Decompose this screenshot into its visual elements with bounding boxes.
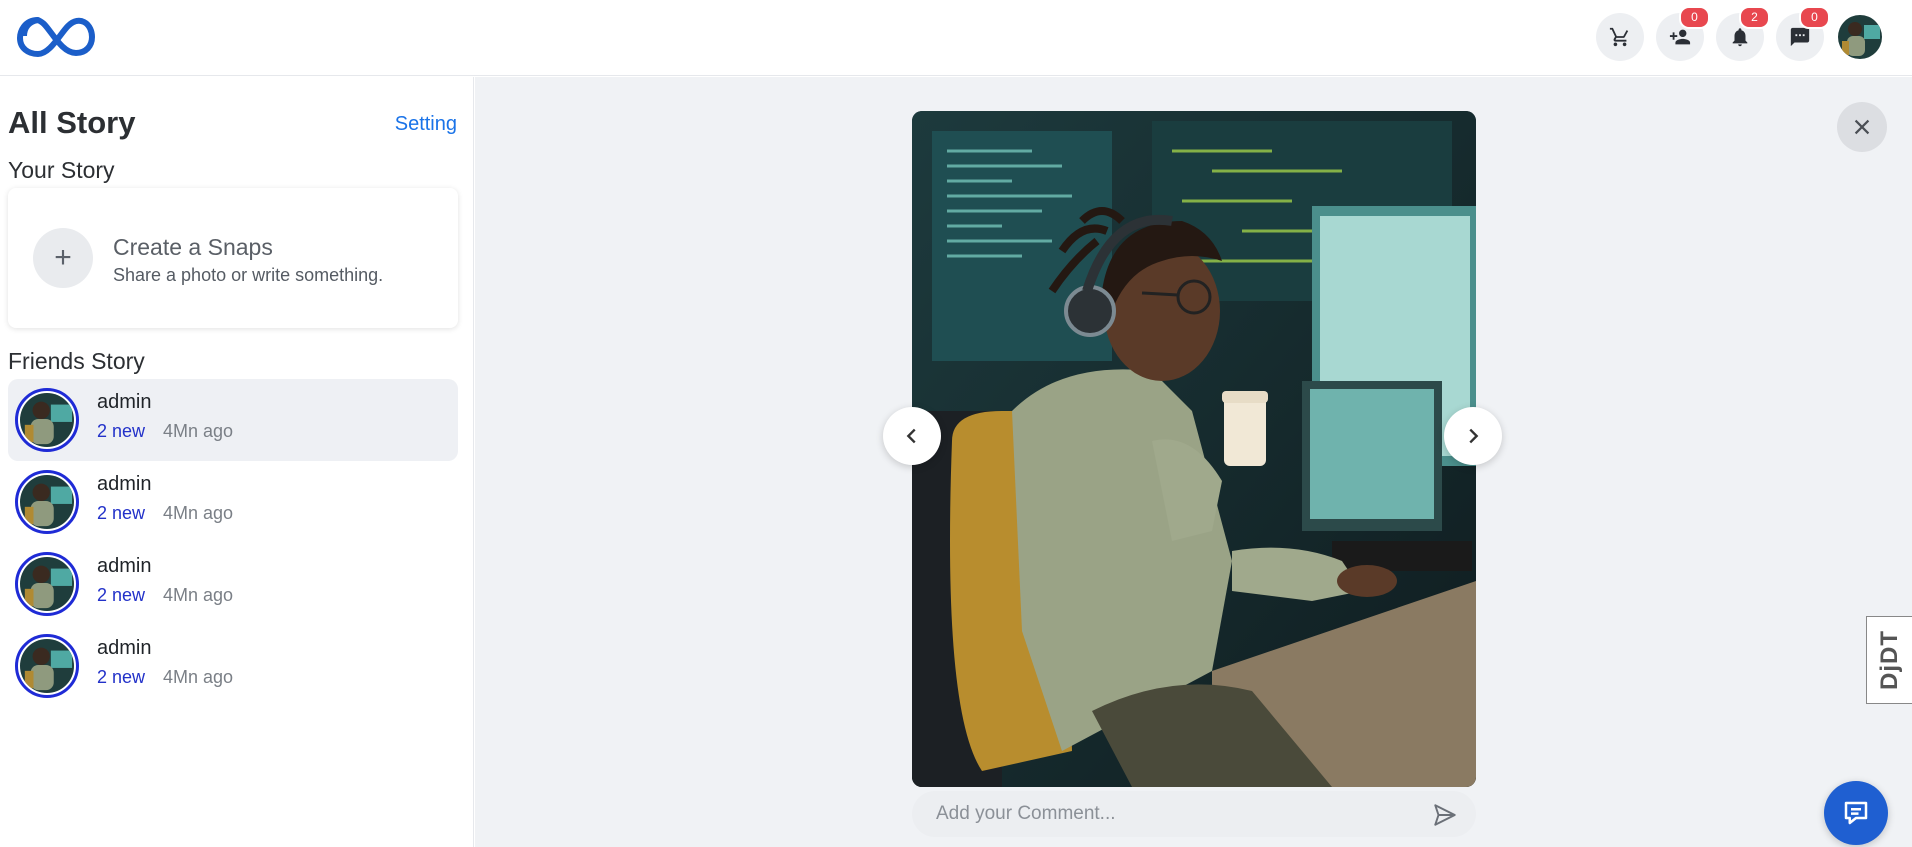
story-image[interactable] bbox=[912, 111, 1476, 787]
friend-story-item[interactable]: admin 2 new 4Mn ago bbox=[8, 625, 458, 707]
chat-icon bbox=[1790, 27, 1810, 47]
story-time: 4Mn ago bbox=[163, 585, 234, 605]
friend-requests-badge: 0 bbox=[1679, 6, 1710, 29]
avatar-image bbox=[20, 557, 74, 611]
comment-bar bbox=[912, 791, 1476, 837]
chat-support-button[interactable] bbox=[1824, 781, 1888, 845]
infinity-logo-icon[interactable] bbox=[16, 12, 96, 60]
create-story-card[interactable]: + Create a Snaps Share a photo or write … bbox=[8, 188, 458, 328]
debug-toolbar-label: DjDT bbox=[1875, 630, 1903, 690]
user-avatar[interactable] bbox=[1838, 15, 1882, 59]
new-count: 2 new bbox=[97, 585, 146, 605]
friend-name: admin bbox=[97, 473, 152, 495]
new-count: 2 new bbox=[97, 503, 146, 523]
friend-name: admin bbox=[97, 555, 152, 577]
friend-name: admin bbox=[97, 391, 152, 413]
previous-story-button[interactable] bbox=[883, 407, 941, 465]
story-viewer: DjDT bbox=[475, 77, 1912, 847]
chevron-left-icon bbox=[906, 428, 916, 444]
notifications-badge: 2 bbox=[1739, 6, 1770, 29]
django-debug-toolbar-handle[interactable]: DjDT bbox=[1866, 616, 1912, 704]
friends-story-list: admin 2 new 4Mn ago admin 2 new 4Mn ago … bbox=[8, 379, 458, 707]
page-title: All Story bbox=[8, 105, 136, 140]
friend-story-item[interactable]: admin 2 new 4Mn ago bbox=[8, 379, 458, 461]
friends-story-heading: Friends Story bbox=[8, 348, 145, 374]
story-photo bbox=[912, 111, 1476, 787]
story-time: 4Mn ago bbox=[163, 667, 234, 687]
avatar-image bbox=[20, 639, 74, 693]
avatar-image bbox=[20, 393, 74, 447]
cart-icon bbox=[1609, 27, 1629, 47]
story-sidebar: All Story Setting Your Story + Create a … bbox=[0, 77, 474, 847]
messages-badge: 0 bbox=[1799, 6, 1830, 29]
message-icon bbox=[1844, 801, 1868, 825]
story-time: 4Mn ago bbox=[163, 421, 234, 441]
chevron-right-icon bbox=[1469, 428, 1479, 444]
friend-avatar bbox=[15, 552, 79, 616]
add-user-icon bbox=[1669, 29, 1691, 45]
friend-avatar bbox=[15, 634, 79, 698]
friend-avatar bbox=[15, 388, 79, 452]
friend-story-item[interactable]: admin 2 new 4Mn ago bbox=[8, 461, 458, 543]
comment-input[interactable] bbox=[936, 791, 1416, 837]
story-time: 4Mn ago bbox=[163, 503, 234, 523]
friend-requests-button[interactable]: 0 bbox=[1656, 6, 1710, 61]
close-button[interactable] bbox=[1837, 102, 1887, 152]
friend-avatar bbox=[15, 470, 79, 534]
friend-name: admin bbox=[97, 637, 152, 659]
messages-button[interactable]: 0 bbox=[1776, 6, 1830, 61]
send-icon[interactable] bbox=[1432, 802, 1458, 828]
close-icon bbox=[1854, 119, 1870, 135]
cart-button[interactable] bbox=[1596, 13, 1644, 61]
create-story-title: Create a Snaps bbox=[113, 234, 273, 260]
avatar-image bbox=[1838, 15, 1882, 59]
create-story-subtitle: Share a photo or write something. bbox=[113, 265, 384, 285]
new-count: 2 new bbox=[97, 667, 146, 687]
avatar-image bbox=[20, 475, 74, 529]
setting-link[interactable]: Setting bbox=[395, 113, 457, 136]
notifications-button[interactable]: 2 bbox=[1716, 6, 1770, 61]
your-story-heading: Your Story bbox=[8, 157, 115, 183]
next-story-button[interactable] bbox=[1444, 407, 1502, 465]
top-navbar: 0 2 0 bbox=[0, 0, 1912, 76]
new-count: 2 new bbox=[97, 421, 146, 441]
plus-icon[interactable]: + bbox=[33, 228, 93, 288]
bell-icon bbox=[1732, 28, 1748, 47]
friend-story-item[interactable]: admin 2 new 4Mn ago bbox=[8, 543, 458, 625]
